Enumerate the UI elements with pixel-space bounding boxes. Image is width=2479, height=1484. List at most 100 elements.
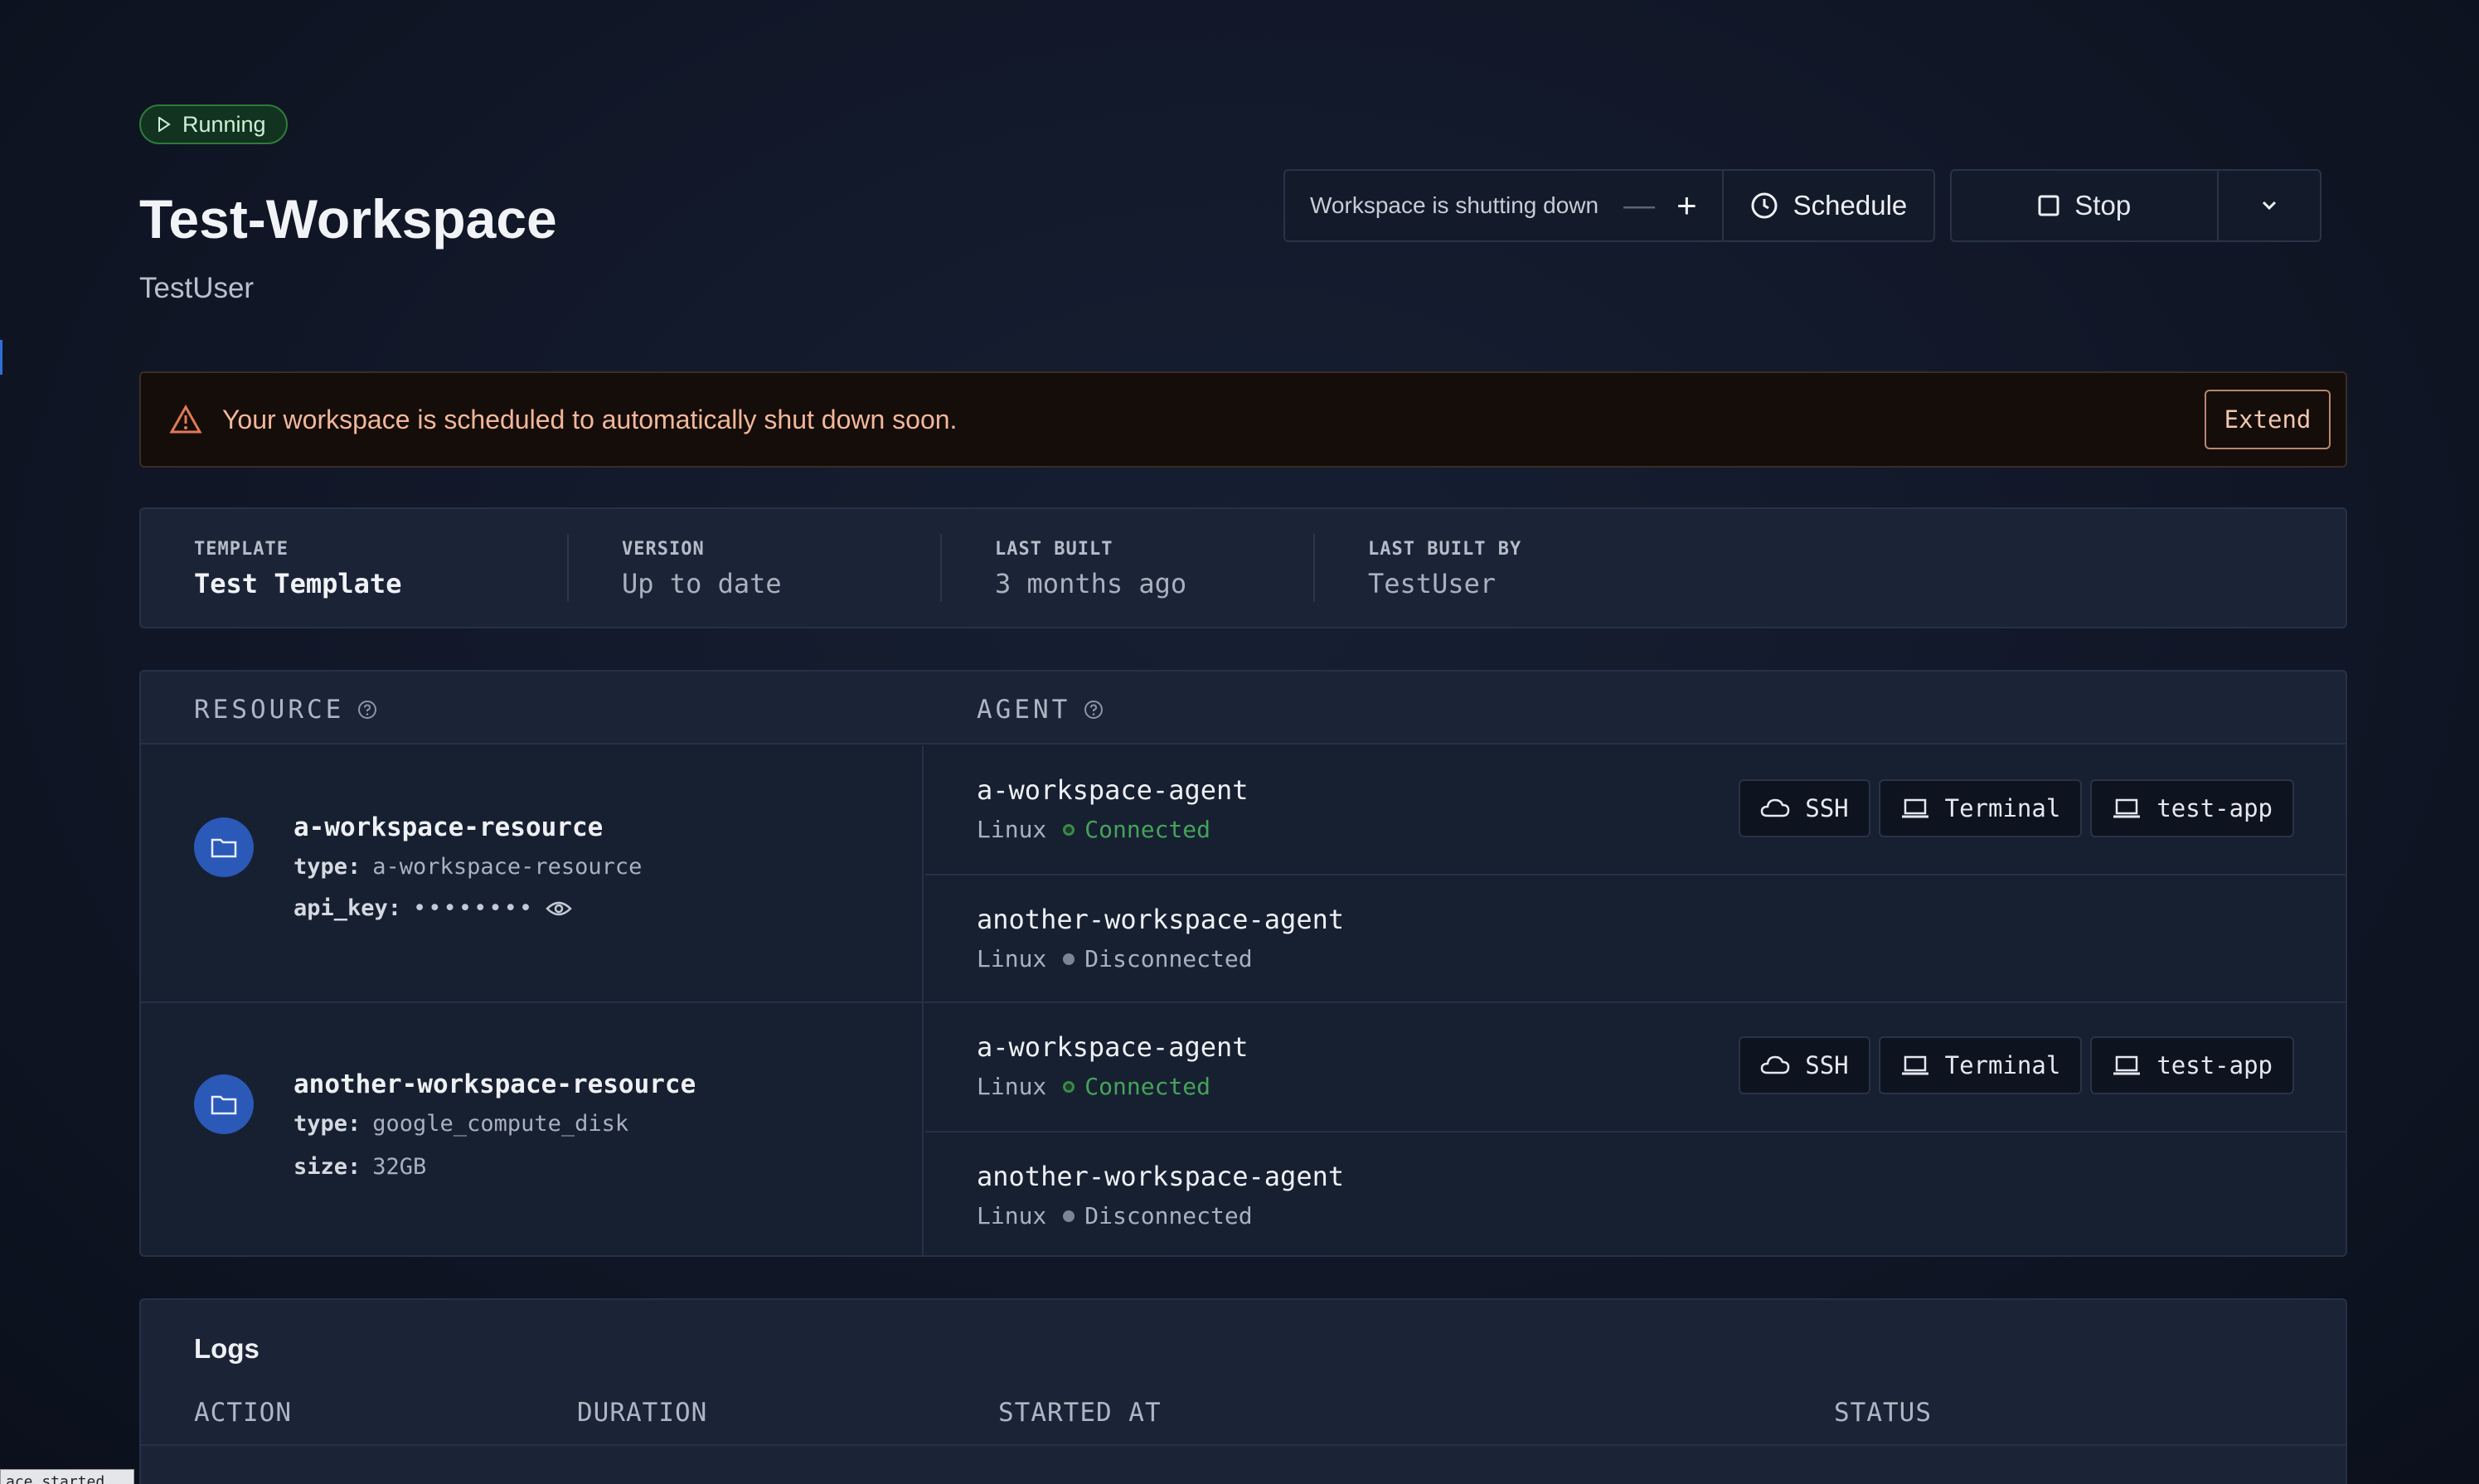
extend-button[interactable]: Extend [2205,390,2331,449]
edge-marker [0,340,2,375]
agent-name: another-workspace-agent [977,1161,1345,1192]
stop-label: Stop [2074,190,2132,221]
agent-meta: Linux Connected [977,1073,1210,1100]
agent-name: a-workspace-agent [977,774,1249,806]
folder-icon [194,817,254,877]
more-actions-button[interactable] [2217,171,2320,240]
agent-name: another-workspace-agent [977,904,1345,935]
disconnected-dot-icon [1063,953,1075,965]
agent-status: Disconnected [1063,945,1253,972]
meta-value: google_compute_disk [372,1111,629,1137]
agent-apps: SSH Terminal test-app [1739,779,2294,837]
resource-row: a-workspace-resource type: a-workspace-r… [141,746,2346,1001]
agent-meta: Linux Disconnected [977,945,1253,972]
app-label: Terminal [1944,794,2061,822]
alert-message: Your workspace is scheduled to automatic… [222,404,958,434]
shutdown-alert: Your workspace is scheduled to automatic… [139,371,2347,468]
terminal-button[interactable]: Terminal [1878,779,2083,837]
agent-os: Linux [977,816,1047,843]
resource-size: size: 32GB [294,1154,426,1180]
schedule-label: Schedule [1793,190,1908,221]
logs-column-header: ACTION [194,1398,292,1428]
resource-cell: a-workspace-resource type: a-workspace-r… [141,746,924,1001]
chevron-down-icon [2263,201,2277,211]
status-label: Running [182,111,266,137]
laptop-icon [2113,1055,2141,1075]
schedule-button[interactable]: Schedule [1721,171,1934,240]
resource-cell: another-workspace-resource type: google_… [141,1003,924,1255]
folder-icon [194,1074,254,1134]
logs-column-header: STARTED AT [998,1398,1162,1428]
stat-label: LAST BUILT BY [1368,539,1522,560]
agent-row: another-workspace-agent Linux Disconnect… [925,1131,2346,1255]
resource-header-label: RESOURCE [194,695,345,725]
disconnected-dot-icon [1063,1210,1075,1222]
workspace-stats: TEMPLATE Test Template VERSION Up to dat… [139,507,2347,628]
agent-column-header: AGENT [977,695,1104,725]
terminal-button[interactable]: Terminal [1878,1036,2083,1094]
template-link[interactable]: Test Template [194,568,567,599]
stat-version: VERSION Up to date [567,534,940,602]
logs-panel: Logs ACTION DURATION STARTED AT STATUS [139,1298,2347,1484]
agent-status: Disconnected [1063,1202,1253,1229]
test-app-button[interactable]: test-app [2090,779,2294,837]
connected-dot-icon [1063,1080,1075,1093]
agent-row: a-workspace-agent Linux Connected SSH Te… [925,1003,2346,1131]
deadline-text: Workspace is shutting down [1310,192,1599,218]
laptop-icon [1901,798,1928,818]
ssh-button[interactable]: SSH [1739,779,1870,837]
workspace-owner: TestUser [139,272,255,304]
logs-table-header: ACTION DURATION STARTED AT STATUS [141,1386,2346,1446]
deadline-stepper: — + [1623,171,1722,240]
stop-button[interactable]: Stop [1952,171,2217,240]
meta-key: type: [294,854,361,880]
status-tooltip: ace started [0,1469,134,1484]
app-label: test-app [2156,1051,2273,1079]
resource-column-header: RESOURCE [194,695,377,725]
agent-row: a-workspace-agent Linux Connected SSH Te… [925,746,2346,874]
resource-api-key: api_key: •••••••• [294,895,572,921]
masked-value: •••••••• [413,895,535,921]
play-icon [158,117,171,132]
status-badge: Running [139,104,288,144]
agent-state: Connected [1084,816,1211,843]
agent-os: Linux [977,945,1047,972]
stat-label: TEMPLATE [194,539,289,560]
agent-row: another-workspace-agent Linux Disconnect… [925,874,2346,1001]
test-app-button[interactable]: test-app [2090,1036,2294,1094]
help-icon[interactable] [1084,700,1104,720]
resource-name: another-workspace-resource [294,1069,696,1099]
meta-key: type: [294,1111,361,1137]
resource-type: type: google_compute_disk [294,1111,628,1137]
agent-status: Connected [1063,1073,1210,1100]
app-label: Terminal [1944,1051,2061,1079]
laptop-icon [1901,1055,1928,1075]
page-title: Test-Workspace [139,188,557,250]
app-label: SSH [1805,1051,1849,1079]
help-icon[interactable] [357,700,377,720]
logs-title: Logs [194,1333,260,1364]
increase-deadline-button[interactable]: + [1676,186,1697,226]
agent-state: Disconnected [1084,1202,1253,1229]
cloud-icon [1760,798,1790,817]
stat-last-built: LAST BUILT 3 months ago [940,534,1313,602]
decrease-deadline-button[interactable]: — [1623,188,1655,224]
resource-row: another-workspace-resource type: google_… [141,1001,2346,1255]
stats-row: TEMPLATE Test Template VERSION Up to dat… [194,534,1686,602]
stat-template: TEMPLATE Test Template [194,534,567,602]
logs-column-header: STATUS [1834,1398,1932,1428]
agent-state: Connected [1084,1073,1211,1100]
stat-value: Up to date [622,568,782,599]
stat-last-built-by: LAST BUILT BY TestUser [1313,534,1686,602]
cloud-icon [1760,1055,1790,1074]
stat-value: 3 months ago [995,568,1187,599]
agent-status: Connected [1063,816,1210,843]
clock-icon [1751,192,1778,219]
agent-os: Linux [977,1073,1047,1100]
eye-icon[interactable] [546,900,572,918]
ssh-button[interactable]: SSH [1739,1036,1870,1094]
connected-dot-icon [1063,823,1075,836]
app-label: SSH [1805,794,1849,822]
meta-key: size: [294,1154,361,1180]
stop-control: Stop [1950,169,2322,242]
